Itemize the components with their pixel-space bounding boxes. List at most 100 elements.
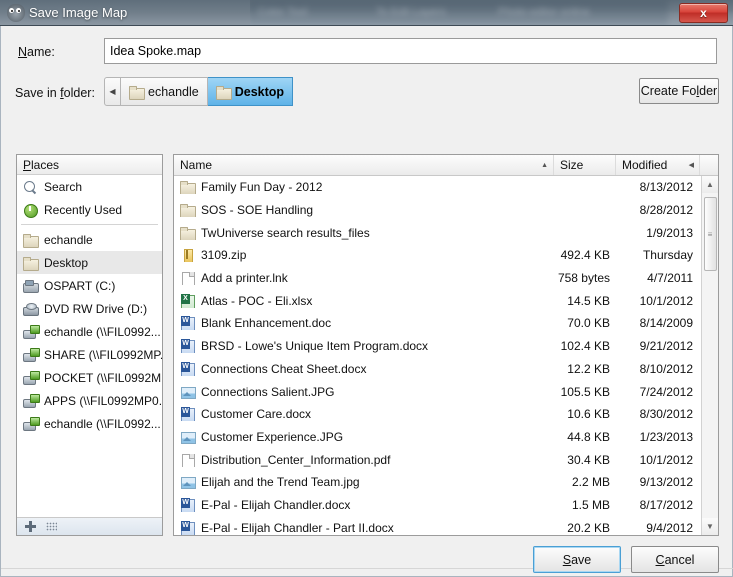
file-size-cell: 2.2 MB bbox=[571, 475, 610, 490]
cancel-button[interactable]: Cancel bbox=[631, 546, 719, 573]
save-in-folder-label: Save in folder: bbox=[15, 86, 95, 100]
file-row[interactable]: SOS - SOE Handling 8/28/2012 bbox=[174, 199, 701, 222]
file-modified-cell: 9/21/2012 bbox=[639, 339, 693, 354]
sort-left-icon: ◀ bbox=[688, 162, 694, 169]
save-in-folder-row: Save in folder: ◀ echandle Desktop Creat… bbox=[1, 76, 733, 112]
file-name-cell: Customer Care.docx bbox=[174, 407, 554, 422]
dvd-drive-icon bbox=[23, 302, 39, 316]
file-name-label: Add a printer.lnk bbox=[201, 271, 288, 286]
file-row[interactable]: 3109.zip 492.4 KB Thursday bbox=[174, 244, 701, 267]
breadcrumb-item-echandle[interactable]: echandle bbox=[121, 77, 208, 106]
file-name-label: Atlas - POC - Eli.xlsx bbox=[201, 293, 313, 308]
word-document-icon bbox=[180, 520, 195, 535]
places-item[interactable]: APPS (\\FIL0992MP0... bbox=[17, 389, 162, 412]
breadcrumb-item-desktop[interactable]: Desktop bbox=[207, 77, 294, 106]
ghost-text-3: Photo editor online bbox=[498, 6, 590, 18]
file-row[interactable]: Connections Cheat Sheet.docx 12.2 KB 8/10/… bbox=[174, 358, 701, 381]
file-row[interactable]: Customer Care.docx 10.6 KB 8/30/2012 bbox=[174, 403, 701, 426]
file-modified-cell: 9/13/2012 bbox=[639, 475, 693, 490]
ghost-text-2: To Edit Layers bbox=[376, 6, 446, 18]
scrollbar-track[interactable]: ≡ bbox=[701, 193, 718, 518]
breadcrumb-label: Desktop bbox=[234, 84, 285, 99]
close-icon[interactable]: x bbox=[679, 3, 728, 23]
window-title: Save Image Map bbox=[29, 5, 128, 20]
file-row[interactable]: TwUniverse search results_files 1/9/2013 bbox=[174, 221, 701, 244]
desktop-background-blur: Color Tool To Edit Layers Photo editor o… bbox=[248, 0, 668, 25]
places-item[interactable]: DVD RW Drive (D:) bbox=[17, 297, 162, 320]
places-item-label: Desktop bbox=[44, 255, 89, 270]
places-item[interactable]: POCKET (\\FIL0992M... bbox=[17, 366, 162, 389]
column-header-name[interactable]: Name ▲ bbox=[174, 155, 554, 175]
file-name-cell: Distribution_Center_Information.pdf bbox=[174, 453, 554, 467]
column-label: Name bbox=[180, 158, 213, 172]
places-horizontal-scrollbar[interactable] bbox=[17, 517, 162, 535]
places-item[interactable]: OSPART (C:) bbox=[17, 274, 162, 297]
places-item-label: POCKET (\\FIL0992M... bbox=[44, 370, 162, 385]
file-modified-cell: 8/13/2012 bbox=[639, 180, 693, 195]
file-rows[interactable]: Family Fun Day - 2012 8/13/2012 SOS - SOE … bbox=[174, 176, 701, 535]
save-button[interactable]: Save bbox=[533, 546, 621, 573]
file-modified-cell: 9/4/2012 bbox=[646, 520, 693, 535]
column-header-modified[interactable]: Modified ◀ bbox=[616, 155, 700, 175]
file-size-cell: 10.6 KB bbox=[567, 407, 610, 422]
file-row[interactable]: Atlas - POC - Eli.xlsx 14.5 KB 10/1/2012 bbox=[174, 289, 701, 312]
create-folder-button[interactable]: Create Fo l der bbox=[639, 78, 719, 104]
places-item[interactable]: echandle (\\FIL0992... bbox=[17, 412, 162, 435]
file-row[interactable]: E-Pal - Elijah Chandler - Part II.docx 20… bbox=[174, 516, 701, 535]
file-name-label: Connections Salient.JPG bbox=[201, 384, 335, 399]
folder-icon bbox=[23, 233, 39, 248]
drive-icon bbox=[23, 279, 39, 293]
scroll-up-icon[interactable]: ▲ bbox=[701, 176, 718, 193]
file-modified-cell: 8/10/2012 bbox=[639, 361, 693, 376]
file-name-label: BRSD - Lowe's Unique Item Program.docx bbox=[201, 339, 429, 354]
recent-icon bbox=[23, 203, 38, 218]
places-item-label: Search bbox=[44, 179, 83, 194]
file-row[interactable]: BRSD - Lowe's Unique Item Program.docx 10… bbox=[174, 335, 701, 358]
places-item-label: echandle bbox=[44, 232, 93, 247]
file-row[interactable]: Family Fun Day - 2012 8/13/2012 bbox=[174, 176, 701, 199]
places-list[interactable]: Search Recently Used echandle Desktop OSPART… bbox=[17, 175, 162, 517]
places-item[interactable]: Desktop bbox=[17, 251, 162, 274]
word-document-icon bbox=[180, 361, 195, 376]
file-name-cell: TwUniverse search results_files bbox=[174, 226, 554, 240]
file-row[interactable]: Elijah and the Trend Team.jpg 2.2 MB 9/13/… bbox=[174, 471, 701, 494]
file-row[interactable]: E-Pal - Elijah Chandler.docx 1.5 MB 8/17/2… bbox=[174, 494, 701, 517]
folder-icon bbox=[129, 85, 145, 100]
column-header-size[interactable]: Size bbox=[554, 155, 616, 175]
scrollbar-thumb[interactable]: ≡ bbox=[703, 197, 717, 271]
image-file-icon bbox=[180, 475, 196, 490]
places-item[interactable]: Search bbox=[17, 175, 162, 198]
column-label: Modified bbox=[622, 158, 668, 172]
file-row[interactable]: Add a printer.lnk 758 bytes 4/7/2011 bbox=[174, 267, 701, 290]
file-row[interactable]: Connections Salient.JPG 105.5 KB 7/24/2012 bbox=[174, 380, 701, 403]
places-item[interactable]: Recently Used bbox=[17, 198, 162, 221]
file-list-header: Name ▲ Size Modified ◀ bbox=[174, 155, 718, 176]
save-dialog: Name: Save in folder: ◀ echandle Desktop… bbox=[0, 26, 733, 577]
file-name-cell: 3109.zip bbox=[174, 248, 554, 263]
filename-input[interactable] bbox=[104, 38, 717, 64]
move-handle-icon[interactable] bbox=[25, 521, 36, 532]
file-row[interactable]: Blank Enhancement.doc 70.0 KB 8/14/2009 bbox=[174, 312, 701, 335]
file-size-cell: 1.5 MB bbox=[571, 497, 610, 512]
file-list-scrollbar[interactable]: ▲ ≡ ▼ bbox=[701, 176, 718, 535]
scroll-down-icon[interactable]: ▼ bbox=[701, 518, 718, 535]
file-name-label: TwUniverse search results_files bbox=[201, 225, 370, 240]
file-size-cell: 20.2 KB bbox=[567, 520, 610, 535]
image-file-icon bbox=[180, 385, 196, 399]
file-size-cell: 30.4 KB bbox=[567, 452, 610, 467]
name-row: Name: bbox=[1, 38, 733, 68]
drag-grip-icon[interactable] bbox=[46, 522, 57, 531]
file-size-cell: 105.5 KB bbox=[560, 384, 610, 399]
places-item[interactable]: echandle (\\FIL0992... bbox=[17, 320, 162, 343]
file-row[interactable]: Customer Experience.JPG 44.8 KB 1/23/2013 bbox=[174, 426, 701, 449]
word-document-icon bbox=[180, 339, 195, 354]
places-item[interactable]: SHARE (\\FIL0992MP... bbox=[17, 343, 162, 366]
network-drive-icon bbox=[23, 416, 40, 431]
file-name-cell: Connections Salient.JPG bbox=[174, 385, 554, 399]
search-icon bbox=[23, 180, 38, 194]
file-size-cell: 12.2 KB bbox=[567, 361, 610, 376]
file-name-label: Distribution_Center_Information.pdf bbox=[201, 452, 391, 467]
file-row[interactable]: Distribution_Center_Information.pdf 30.4 … bbox=[174, 448, 701, 471]
breadcrumb-back-icon[interactable]: ◀ bbox=[104, 77, 121, 106]
places-item[interactable]: echandle bbox=[17, 228, 162, 251]
